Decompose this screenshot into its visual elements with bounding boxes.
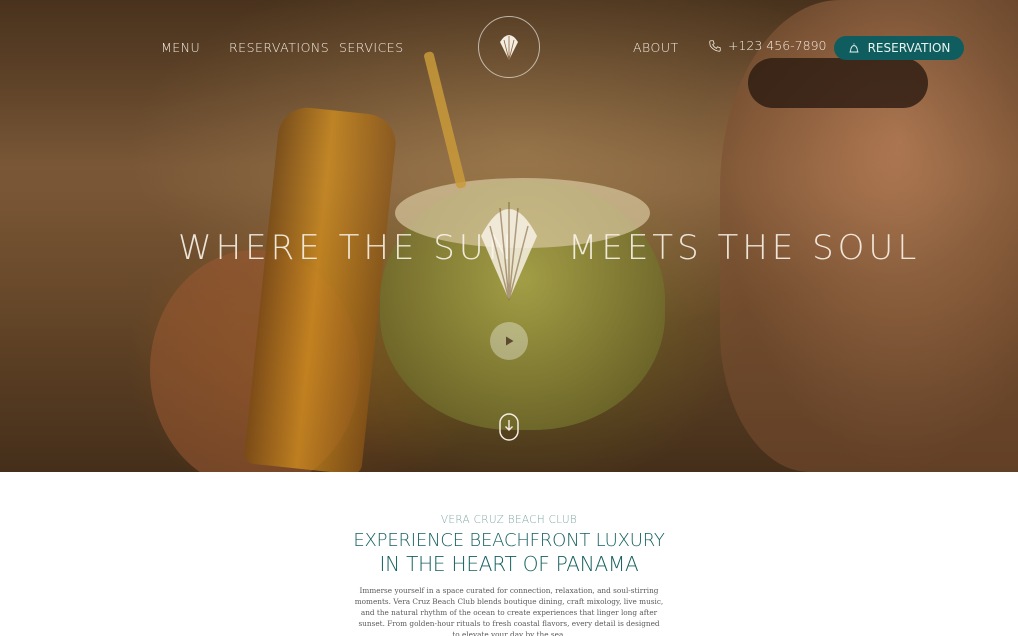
phone-number: +123 456-7890: [728, 38, 827, 53]
nav-services-link[interactable]: SERVICES: [339, 40, 404, 55]
bell-icon: [849, 43, 859, 52]
hero-background-bottle: [243, 104, 399, 472]
intro-title-line2: IN THE HEART OF PANAMA: [379, 552, 639, 576]
reservation-button-label: RESERVATION: [867, 41, 951, 55]
intro-section: VERA CRUZ BEACH CLUB EXPERIENCE BEACHFRO…: [0, 472, 1018, 636]
phone-link[interactable]: +123 456-7890: [708, 38, 827, 53]
nav-about-link[interactable]: ABOUT: [633, 40, 679, 55]
top-navigation: MENU RESERVATIONS SERVICES ABOUT +123 45…: [0, 0, 1018, 96]
play-video-button[interactable]: [490, 322, 528, 360]
nav-menu-link[interactable]: MENU: [161, 40, 200, 55]
mouse-scroll-icon[interactable]: [498, 413, 520, 441]
intro-eyebrow: VERA CRUZ BEACH CLUB: [440, 514, 578, 526]
phone-icon: [709, 39, 721, 52]
site-logo[interactable]: [478, 16, 540, 78]
play-icon: [506, 336, 514, 346]
nav-reservations-link[interactable]: RESERVATIONS: [229, 40, 329, 55]
hero-shell-icon: [481, 202, 537, 301]
intro-title-line1: EXPERIENCE BEACHFRONT LUXURY: [353, 530, 665, 551]
hero-headline-right: MEETS THE SOUL: [568, 228, 921, 268]
intro-body-text: Immerse yourself in a space curated for …: [354, 586, 664, 636]
reservation-button[interactable]: RESERVATION: [834, 36, 964, 60]
hero-headline-left: WHERE THE SUN: [178, 228, 518, 268]
shell-logo-icon: [500, 35, 518, 61]
